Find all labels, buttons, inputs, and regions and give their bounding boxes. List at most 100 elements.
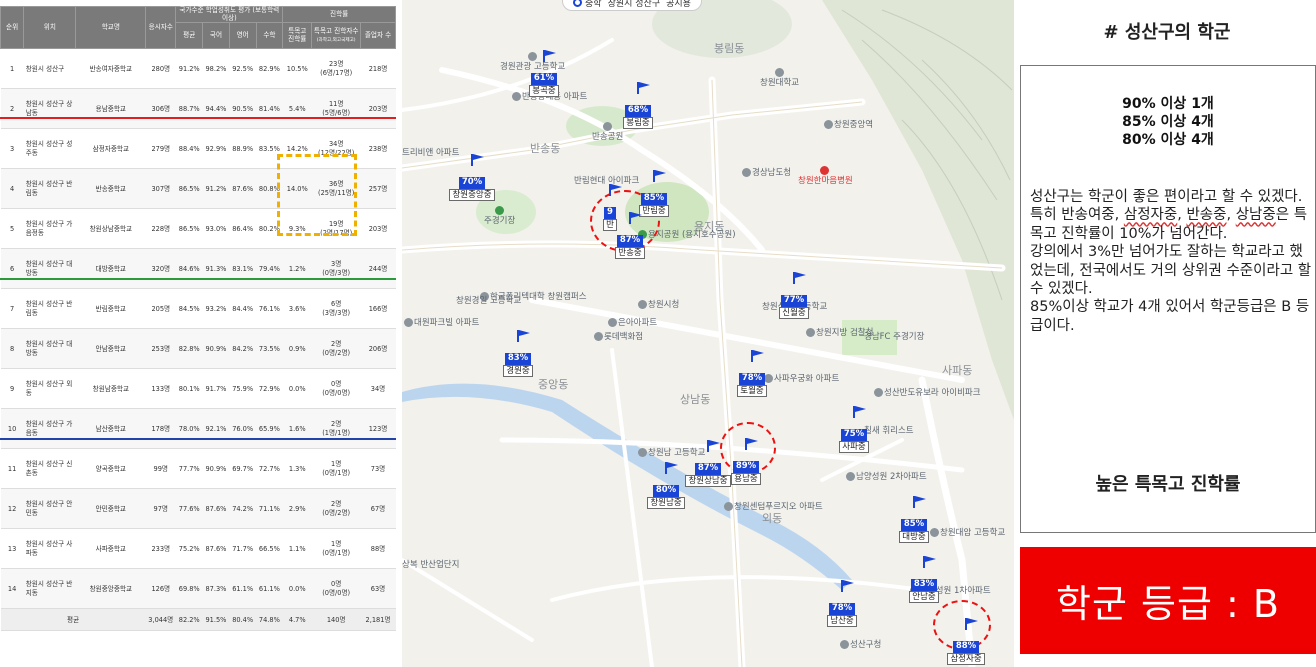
header-applicants: 응시자수 <box>145 6 177 50</box>
separator-green <box>0 278 396 280</box>
cell-applicants: 133명 <box>145 368 176 410</box>
cell-special-rate: 0.0% <box>282 368 312 410</box>
district-label: 반송동 <box>530 142 561 155</box>
flag-icon <box>629 212 642 224</box>
school-marker[interactable]: 78% 토월중 <box>722 346 782 397</box>
cell-applicants: 99명 <box>145 448 176 490</box>
table-row: 14 창원시 성산구 반지동 창원중앙중학교 126명 69.8% 87.3% 61.1% 6… <box>0 568 396 610</box>
poi-label: 경상남도청 <box>742 168 791 178</box>
school-marker[interactable]: 75% 사파중 <box>824 402 884 453</box>
cell-school: 삼정자중학교 <box>75 128 146 170</box>
school-marker[interactable]: 61% 봉곡중 <box>514 46 574 97</box>
cell-graduates: 63명 <box>360 568 396 610</box>
header-progress-group: 진학률 <box>282 6 396 24</box>
marker-percent: 61% <box>530 73 558 85</box>
poi-label: 성산구청 <box>840 640 881 650</box>
filter-chip-type[interactable]: 공시용 <box>666 0 691 9</box>
marker-school-name: 창원중앙중 <box>449 188 495 201</box>
flag-icon <box>543 50 556 62</box>
cell-graduates: 206명 <box>360 328 396 370</box>
school-map[interactable]: 중학 창원시 성산구 공시용 봉림동 반송동 용지동 중앙동 상남동 사파동 외… <box>402 0 1014 667</box>
marker-school-name: 용남중 <box>731 472 761 485</box>
marker-percent: 89% <box>732 461 760 473</box>
filter-chip-level[interactable]: 중학 <box>573 0 602 9</box>
cell-special-rate: 5.4% <box>282 88 312 130</box>
poi-icon <box>608 318 617 327</box>
cell-school: 사파중학교 <box>75 528 146 570</box>
marker-percent: 80% <box>652 485 680 497</box>
cell-applicants: 126명 <box>145 568 176 610</box>
table-row: 12 창원시 성산구 안민동 안민중학교 97명 77.6% 87.6% 74.2% 71.1… <box>0 488 396 530</box>
header-graduates: 졸업자 수 <box>360 22 396 50</box>
poi-icon <box>638 300 647 309</box>
poi-label: 창원대학교 <box>760 68 799 88</box>
header-rank: 순위 <box>0 6 25 50</box>
cell-school: 창원중앙중학교 <box>75 568 146 610</box>
marker-percent: 83% <box>504 353 532 365</box>
school-marker[interactable]: 87% 반송중 <box>600 208 660 259</box>
cell-avg: 77.7% <box>175 448 203 490</box>
filter-level-icon <box>573 0 582 7</box>
cell-korean: 91.2% <box>202 168 230 210</box>
separator-blue <box>0 438 396 440</box>
district-label: 사파동 <box>942 364 973 377</box>
cell-region: 창원시 성산구 <box>23 48 76 90</box>
cell-school: 반림중학교 <box>75 288 146 330</box>
marker-percent: 68% <box>624 105 652 117</box>
cell-special-count: 6명 (3명/3명) <box>311 288 361 330</box>
school-marker[interactable]: 89% 용남중 <box>716 434 776 485</box>
cell-avg: 91.2% <box>175 48 203 90</box>
marker-school-name: 봉림중 <box>623 116 653 129</box>
school-marker[interactable]: 78% 남산중 <box>812 576 872 627</box>
school-marker[interactable]: 70% 창원중앙중 <box>442 150 502 201</box>
poi-label: 대원파크빌 아파트 <box>404 318 479 328</box>
cell-english: 61.1% <box>229 568 257 610</box>
cell-korean: 93.2% <box>202 288 230 330</box>
school-marker[interactable]: 68% 봉림중 <box>608 78 668 129</box>
cell-applicants: 228명 <box>145 208 176 250</box>
school-marker[interactable]: 88% 삼정자중 <box>936 614 996 665</box>
flag-icon <box>923 556 936 568</box>
marker-school-name: 토월중 <box>737 384 767 397</box>
cell-applicants: 306명 <box>145 88 176 130</box>
filter-chip-region[interactable]: 창원시 성산구 <box>608 0 661 9</box>
map-filter-bar[interactable]: 중학 창원시 성산구 공시용 <box>562 0 702 11</box>
school-marker[interactable]: 85% 대방중 <box>884 492 944 543</box>
cell-applicants: 97명 <box>145 488 176 530</box>
school-marker[interactable]: 83% 경원중 <box>488 326 548 377</box>
cell-applicants: 279명 <box>145 128 176 170</box>
cell-special-count: 2명 (0명/2명) <box>311 488 361 530</box>
cell-special-rate: 1.3% <box>282 448 312 490</box>
analysis-line-3: 강의에서 3%만 넘어가도 잘하는 학교라고 했었는데, 전국에서도 거의 상위… <box>1030 244 1312 298</box>
average-korean: 91.5% <box>202 608 230 632</box>
average-applicants: 3,044명 <box>145 608 176 632</box>
cell-english: 88.9% <box>229 128 257 170</box>
marker-percent: 78% <box>828 603 856 615</box>
cell-region: 창원시 성산구 대방동 <box>23 328 76 370</box>
cell-special-rate: 2.9% <box>282 488 312 530</box>
analysis-line-2: 특히 반송여중, 삼정자중, 반송중, 상남중은 특목고 진학률이 10%가 넘… <box>1030 207 1308 242</box>
poi-label: 남양성원 2차아파트 <box>846 472 927 482</box>
cell-avg: 88.4% <box>175 128 203 170</box>
cell-korean: 92.9% <box>202 128 230 170</box>
table-header: 순위 위치 학교명 응시자수 국가수준 학업성취도 평가 (보통학력이상) 진학… <box>0 6 396 50</box>
cell-avg: 77.6% <box>175 488 203 530</box>
average-special-count: 140명 <box>311 608 361 632</box>
cell-english: 87.6% <box>229 168 257 210</box>
school-marker[interactable]: 77% 신월중 <box>764 268 824 319</box>
cell-rank: 4 <box>0 168 24 210</box>
school-marker[interactable]: 83% 안남중 <box>894 552 954 603</box>
cell-school: 반송중학교 <box>75 168 146 210</box>
district-label: 봉림동 <box>714 42 745 55</box>
poi-icon <box>840 640 849 649</box>
cell-math: 72.7% <box>256 448 283 490</box>
table-row: 1 창원시 성산구 반송여자중학교 280명 91.2% 98.2% 92.5% 82.9% 1… <box>0 48 396 90</box>
cell-rank: 11 <box>0 448 24 490</box>
cell-english: 86.4% <box>229 208 257 250</box>
analysis-panel: # 성산구의 학군 90% 이상 1개 85% 이상 4개 80% 이상 4개 … <box>1018 0 1316 667</box>
cell-school: 창원상남중학교 <box>75 208 146 250</box>
cell-graduates: 34명 <box>360 368 396 410</box>
analysis-text: 성산구는 학군이 좋은 편이라고 할 수 있겠다. 특히 반송여중, 삼정자중,… <box>1030 188 1312 335</box>
flag-icon <box>793 272 806 284</box>
cell-avg: 80.1% <box>175 368 203 410</box>
